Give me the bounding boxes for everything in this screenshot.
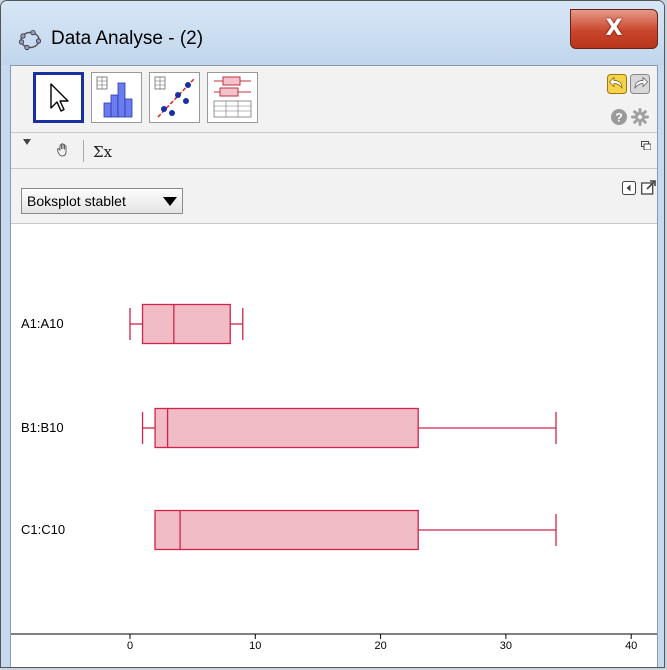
scatter-plot-icon bbox=[154, 76, 195, 118]
gear-icon[interactable] bbox=[631, 108, 649, 126]
x-tick-label-0: 0 bbox=[126, 640, 134, 652]
chevron-down-icon bbox=[163, 197, 177, 206]
series-label-c1-c10: C1:C10 bbox=[21, 522, 66, 537]
collapse-panel-icon[interactable] bbox=[622, 181, 636, 195]
boxplot-table-icon bbox=[213, 76, 252, 118]
open-in-window-icon[interactable] bbox=[641, 180, 656, 195]
box-c1-c10 bbox=[154, 509, 419, 551]
separator bbox=[83, 140, 84, 162]
client-area: ? Σx Boksplot stablet 0 10 20 30 40 A1:A… bbox=[10, 65, 658, 668]
plot-type-select[interactable]: Boksplot stablet bbox=[21, 188, 183, 214]
series-label-a1-a10: A1:A10 bbox=[21, 316, 64, 331]
arrow-pointer-icon bbox=[50, 83, 69, 112]
plot-type-value: Boksplot stablet bbox=[27, 193, 126, 209]
series-label-b1-b10: B1:B10 bbox=[21, 420, 64, 435]
box-a1-a10 bbox=[141, 303, 231, 345]
x-tick-label-10: 10 bbox=[249, 640, 262, 652]
hand-icon[interactable] bbox=[55, 143, 71, 157]
histogram-tool-button[interactable] bbox=[91, 72, 142, 123]
dropdown-triangle-icon[interactable] bbox=[23, 139, 31, 145]
toolbar: ? bbox=[11, 66, 657, 132]
redo-icon[interactable] bbox=[630, 74, 650, 94]
x-tick-label-40: 40 bbox=[625, 640, 638, 652]
close-icon: X bbox=[605, 16, 623, 41]
undo-icon[interactable] bbox=[607, 74, 627, 94]
box-b1-b10 bbox=[154, 407, 419, 449]
window-title: Data Analyse - (2) bbox=[51, 28, 204, 49]
options-bar: Boksplot stablet bbox=[11, 169, 657, 224]
svg-text:?: ? bbox=[615, 111, 622, 125]
move-tool-button[interactable] bbox=[33, 72, 84, 123]
stylebar: Σx bbox=[11, 132, 657, 169]
data-analysis-window: Data Analyse - (2) X ? Σx Boksplot stabl… bbox=[0, 0, 665, 668]
title-bar[interactable]: Data Analyse - (2) X bbox=[1, 1, 664, 65]
boxplot-chart[interactable] bbox=[11, 224, 657, 668]
close-button[interactable]: X bbox=[570, 9, 658, 49]
plot-area[interactable]: 0 10 20 30 40 A1:A10 B1:B10 C1:C10 bbox=[11, 224, 657, 668]
regression-tool-button[interactable] bbox=[149, 72, 200, 123]
geogebra-logo-icon bbox=[19, 29, 41, 51]
statistics-toggle[interactable]: Σx bbox=[93, 143, 112, 161]
boxplot-tool-button[interactable] bbox=[207, 72, 258, 123]
collapse-stylebar-icon[interactable] bbox=[641, 141, 651, 150]
histogram-icon bbox=[96, 76, 133, 118]
x-tick-label-30: 30 bbox=[499, 640, 513, 652]
x-tick-label-20: 20 bbox=[374, 640, 387, 652]
help-icon[interactable]: ? bbox=[610, 108, 628, 126]
